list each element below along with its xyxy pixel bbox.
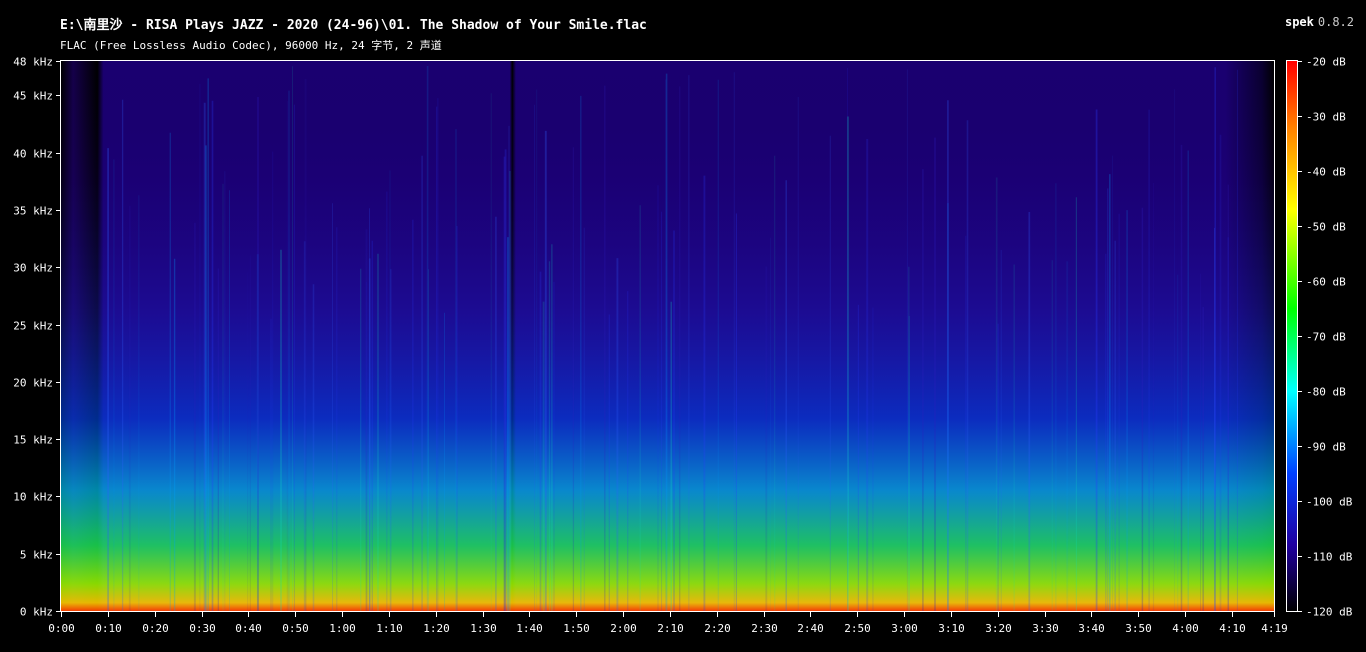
- y-tick-label: 45 kHz: [13, 90, 53, 103]
- db-colorbar: -20 dB -30 dB -40 dB -50 dB -60 dB -70 dB -80 …: [1286, 56, 1353, 619]
- x-tick-label: 0:50: [282, 622, 309, 635]
- x-tick-label: 3:50: [1125, 622, 1152, 635]
- colorbar-tick-label: -40 dB: [1306, 166, 1346, 179]
- x-tick-label: 1:10: [376, 622, 403, 635]
- x-tick-label: 3:00: [891, 622, 918, 635]
- y-tick-label: 25 kHz: [13, 320, 53, 333]
- colorbar-tick-label: -110 dB: [1306, 551, 1353, 564]
- colorbar-tick-label: -20 dB: [1306, 56, 1346, 69]
- x-tick-label: 4:10: [1219, 622, 1246, 635]
- y-tick-label: 20 kHz: [13, 377, 53, 390]
- y-tick-label: 10 kHz: [13, 491, 53, 504]
- colorbar-tick-label: -80 dB: [1306, 386, 1346, 399]
- x-tick-label: 0:40: [235, 622, 262, 635]
- x-tick-label: 0:10: [95, 622, 122, 635]
- colorbar-tick-label: -70 dB: [1306, 331, 1346, 344]
- colorbar-tick-label: -50 dB: [1306, 221, 1346, 234]
- y-tick-label: 35 kHz: [13, 205, 53, 218]
- time-axis: 0:00 0:10 0:20 0:30 0:40 0:50 1:00 1:10 1:20 1:30…: [48, 611, 1288, 635]
- x-tick-label: 1:20: [423, 622, 450, 635]
- y-tick-label: 15 kHz: [13, 434, 53, 447]
- spectrogram-chart: 0 kHz 5 kHz 10 kHz 15 kHz 20 kHz 25 kHz 30 kHz…: [13, 56, 1353, 636]
- x-tick-label: 0:20: [142, 622, 169, 635]
- colorbar-tick-label: -120 dB: [1306, 606, 1353, 619]
- x-tick-label: 3:40: [1078, 622, 1105, 635]
- y-tick-label: 0 kHz: [20, 606, 53, 619]
- spectrogram-plot: [60, 60, 1275, 612]
- colorbar-gradient: [1287, 61, 1297, 611]
- colorbar-tick-label: -90 dB: [1306, 441, 1346, 454]
- x-tick-label: 1:50: [563, 622, 590, 635]
- x-tick-label: 3:20: [985, 622, 1012, 635]
- spectrogram-energy: [61, 61, 1274, 611]
- x-tick-label: 1:00: [329, 622, 356, 635]
- colorbar-tick-label: -100 dB: [1306, 496, 1353, 509]
- frequency-axis: 0 kHz 5 kHz 10 kHz 15 kHz 20 kHz 25 kHz 30 kHz…: [13, 56, 61, 619]
- x-tick-label: 4:19: [1261, 622, 1288, 635]
- x-tick-label: 2:10: [657, 622, 684, 635]
- colorbar-tick-label: -60 dB: [1306, 276, 1346, 289]
- y-tick-label: 5 kHz: [20, 549, 53, 562]
- x-tick-label: 2:50: [844, 622, 871, 635]
- y-tick-label: 30 kHz: [13, 262, 53, 275]
- x-tick-label: 3:10: [938, 622, 965, 635]
- x-tick-label: 3:30: [1032, 622, 1059, 635]
- x-tick-label: 4:00: [1172, 622, 1199, 635]
- x-tick-label: 1:30: [470, 622, 497, 635]
- colorbar-tick-label: -30 dB: [1306, 111, 1346, 124]
- x-tick-label: 2:40: [797, 622, 824, 635]
- y-tick-label: 48 kHz: [13, 56, 53, 69]
- x-tick-label: 2:00: [610, 622, 637, 635]
- x-tick-label: 2:30: [751, 622, 778, 635]
- y-tick-label: 40 kHz: [13, 148, 53, 161]
- x-tick-label: 2:20: [704, 622, 731, 635]
- x-tick-label: 0:30: [189, 622, 216, 635]
- x-tick-label: 1:40: [516, 622, 543, 635]
- x-tick-label: 0:00: [48, 622, 75, 635]
